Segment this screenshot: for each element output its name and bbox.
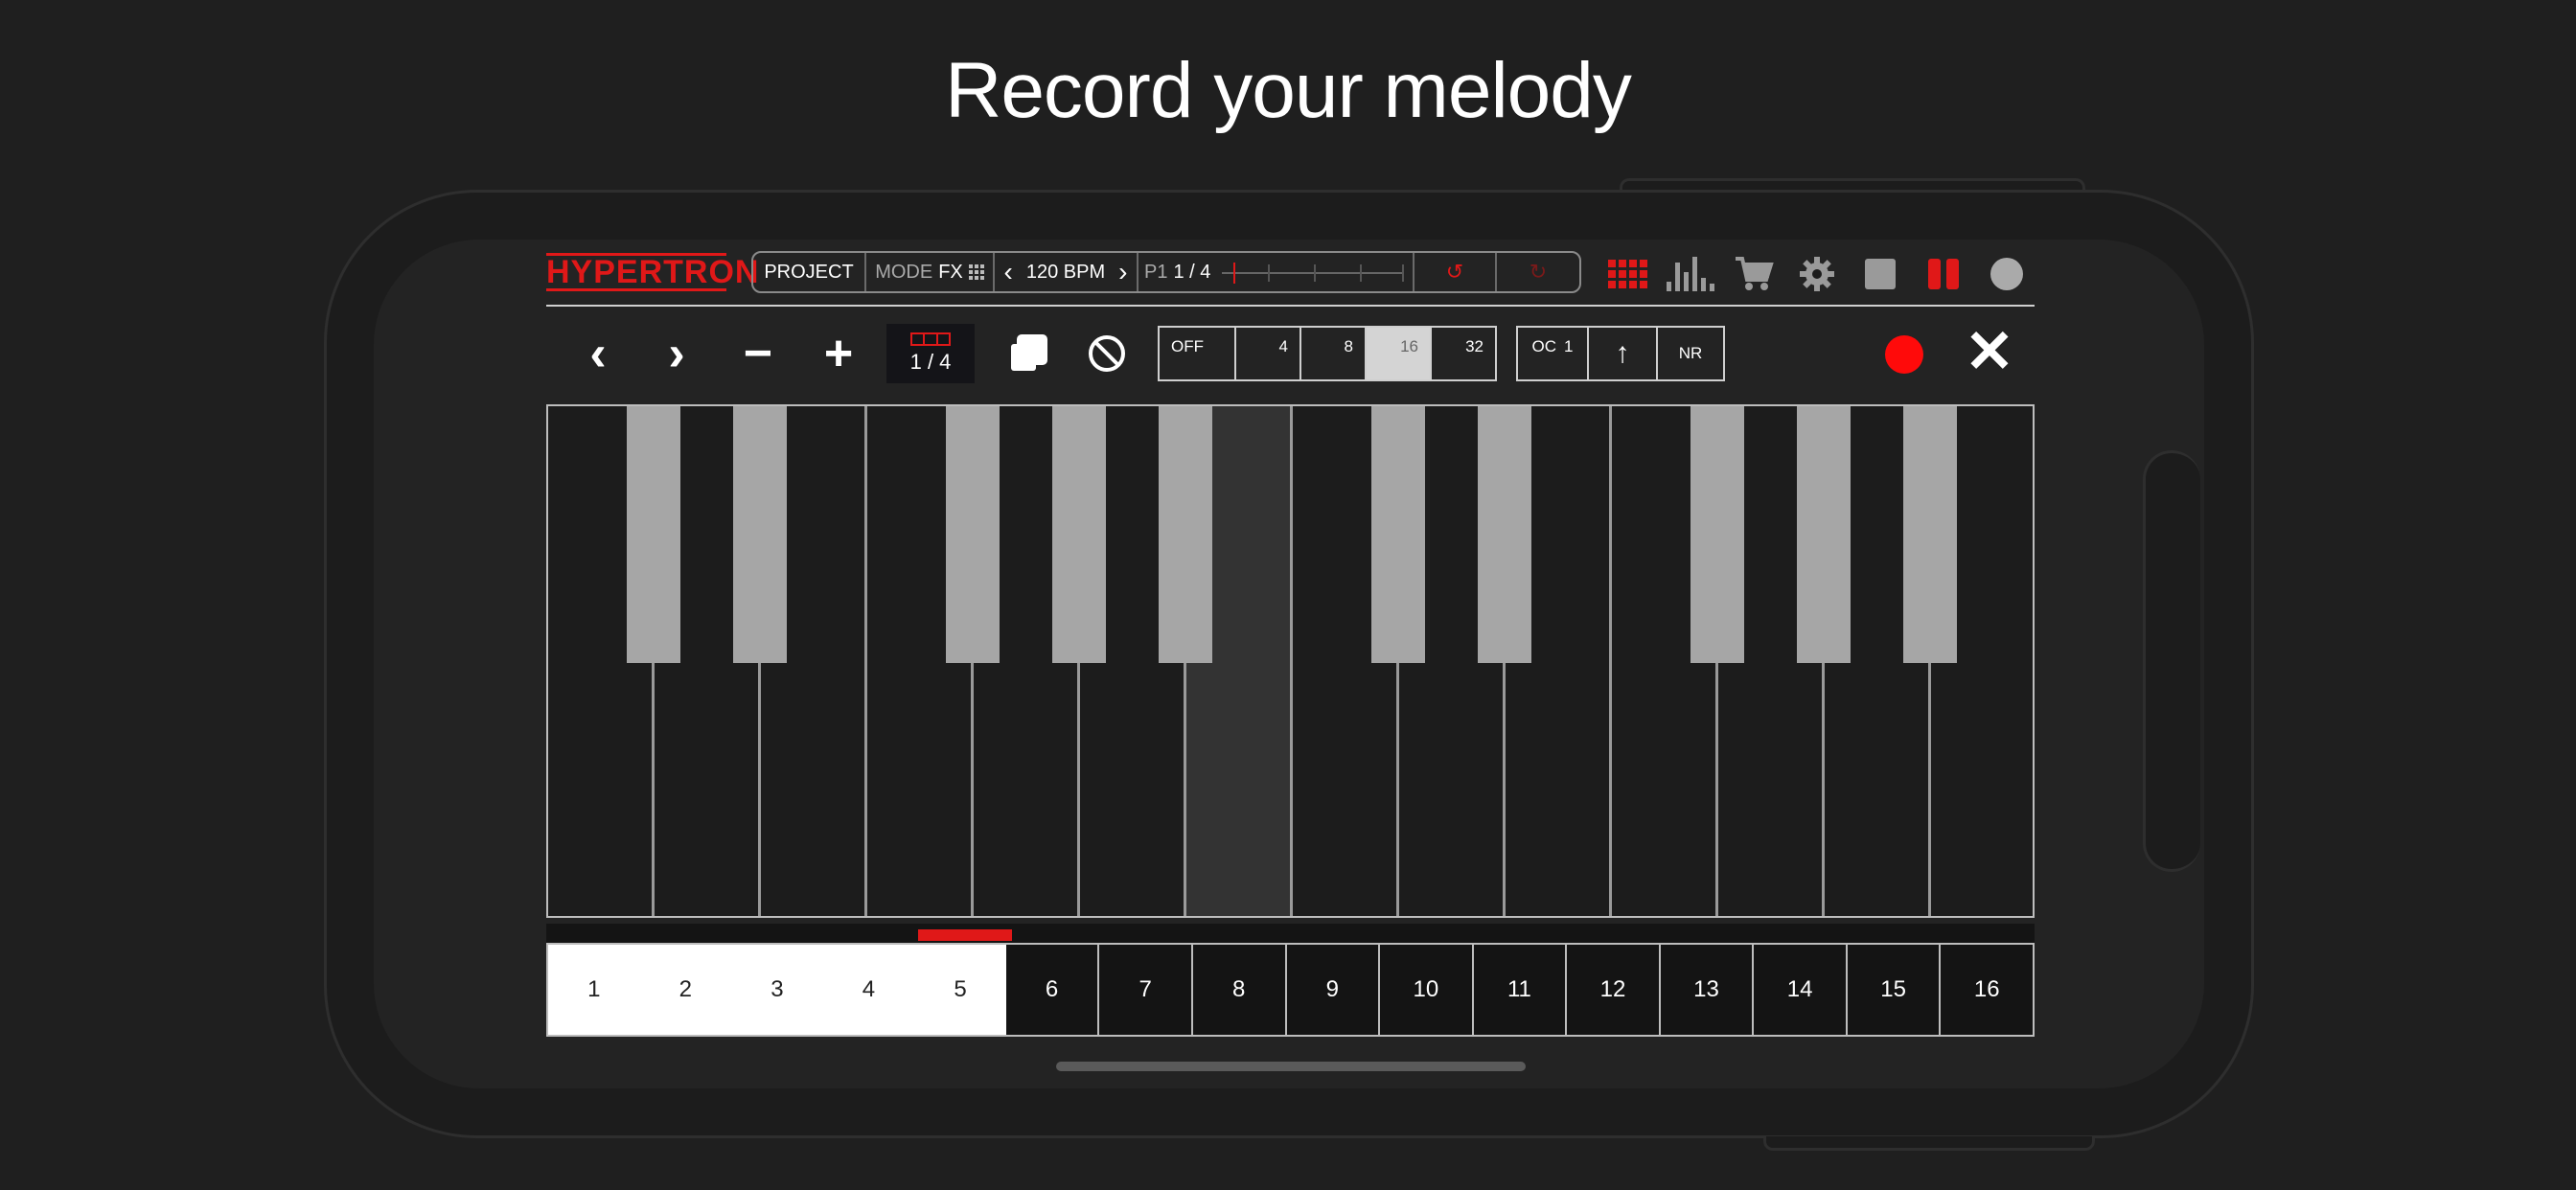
step-3[interactable]: 3 (731, 945, 823, 1035)
next-page-button[interactable]: › (659, 322, 694, 385)
step-9[interactable]: 9 (1287, 945, 1381, 1035)
octave-value: 1 (1564, 337, 1574, 355)
undo-icon: ↺ (1445, 260, 1464, 284)
step-15[interactable]: 15 (1848, 945, 1942, 1035)
mode-label: MODE (875, 261, 933, 283)
redo-icon: ↻ (1529, 260, 1548, 284)
bpm-control: ‹ 120 BPM › (995, 253, 1138, 291)
header-divider (546, 305, 2035, 307)
step-7[interactable]: 7 (1099, 945, 1193, 1035)
octave-up-button[interactable]: ↑ (1589, 328, 1658, 379)
piano-keyboard (546, 404, 2035, 918)
black-key[interactable] (1690, 406, 1744, 663)
step-5[interactable]: 5 (914, 945, 1006, 1035)
grid-icon[interactable] (1606, 255, 1648, 293)
quantize-32[interactable]: 32 (1432, 328, 1495, 379)
black-key[interactable] (1797, 406, 1851, 663)
phone-button-bottom (1763, 1136, 2095, 1151)
quantize-selector: OFF 4 8 16 32 (1158, 326, 1497, 381)
step-12[interactable]: 12 (1567, 945, 1661, 1035)
record-button[interactable] (1885, 335, 1923, 374)
gear-icon[interactable] (1796, 255, 1838, 293)
stop-icon[interactable] (1859, 255, 1901, 293)
arrow-up-icon: ↑ (1615, 337, 1630, 369)
step-16[interactable]: 16 (1941, 945, 2033, 1035)
top-icon-bar (1606, 255, 2028, 293)
page-indicator[interactable]: 1 / 4 (886, 324, 975, 383)
step-6[interactable]: 6 (1006, 945, 1100, 1035)
pause-icon[interactable] (1922, 255, 1965, 293)
step-4[interactable]: 4 (822, 945, 915, 1035)
bpm-decrease-button[interactable]: ‹ (1004, 257, 1013, 287)
prohibit-icon (1089, 335, 1125, 372)
quantize-off[interactable]: OFF (1160, 328, 1236, 379)
black-key[interactable] (627, 406, 680, 663)
cart-icon[interactable] (1733, 255, 1775, 293)
octave-controls: OC 1 ↑ NR (1516, 326, 1725, 381)
step-14[interactable]: 14 (1754, 945, 1848, 1035)
close-button[interactable]: ✕ (1963, 323, 2016, 382)
quantize-16[interactable]: 16 (1367, 328, 1432, 379)
black-key[interactable] (946, 406, 1000, 663)
app: HYPERTRON PROJECT MODE FX ‹ 120 BPM › P1… (546, 247, 2035, 1042)
edit-toolbar: ‹ › − + 1 / 4 OFF 4 8 16 32 OC 1 ↑ NR ✕ (546, 322, 2035, 385)
grid-mini-icon (968, 264, 984, 280)
octave-display: OC 1 (1518, 328, 1589, 379)
pattern-prefix: P1 (1144, 261, 1168, 283)
pattern-value: 1 / 4 (1173, 261, 1211, 283)
bpm-value[interactable]: 120 BPM (1026, 262, 1105, 284)
pages-mini-icon (910, 332, 951, 346)
octave-label: OC (1531, 337, 1557, 355)
black-key[interactable] (1371, 406, 1425, 663)
redo-button[interactable]: ↻ (1497, 253, 1579, 291)
step-position-track (546, 924, 2035, 943)
bpm-increase-button[interactable]: › (1118, 257, 1127, 287)
step-sequencer: 1 2 3 4 5 6 7 8 9 10 11 12 13 14 15 16 (546, 943, 2035, 1037)
headline: Record your melody (945, 47, 1632, 134)
undo-button[interactable]: ↺ (1414, 253, 1497, 291)
prev-page-button[interactable]: ‹ (581, 322, 615, 385)
black-key[interactable] (1478, 406, 1531, 663)
black-key[interactable] (1159, 406, 1212, 663)
copy-button[interactable] (1004, 322, 1052, 385)
black-key[interactable] (733, 406, 787, 663)
timeline-track[interactable] (1222, 263, 1405, 284)
mixer-icon[interactable] (1667, 255, 1714, 293)
playhead-marker (1233, 263, 1236, 284)
nr-button[interactable]: NR (1658, 328, 1723, 379)
pattern-timeline[interactable]: P1 1 / 4 (1138, 253, 1414, 291)
step-11[interactable]: 11 (1474, 945, 1568, 1035)
step-1[interactable]: 1 (548, 945, 640, 1035)
black-key[interactable] (1052, 406, 1106, 663)
home-indicator (1056, 1062, 1526, 1071)
project-button[interactable]: PROJECT (753, 253, 866, 291)
step-2[interactable]: 2 (639, 945, 732, 1035)
quantize-4[interactable]: 4 (1236, 328, 1301, 379)
top-toolbar: PROJECT MODE FX ‹ 120 BPM › P1 1 / 4 ↺ ↻ (751, 251, 1581, 293)
plus-button[interactable]: + (815, 322, 862, 385)
copy-icon (1011, 334, 1047, 371)
step-10[interactable]: 10 (1380, 945, 1474, 1035)
step-position-indicator (918, 929, 1012, 941)
step-13[interactable]: 13 (1661, 945, 1755, 1035)
phone-notch (2143, 450, 2200, 872)
logo: HYPERTRON (546, 253, 760, 291)
mode-value: FX (938, 261, 963, 283)
clear-button[interactable] (1083, 322, 1131, 385)
mode-button[interactable]: MODE FX (866, 253, 995, 291)
minus-button[interactable]: − (734, 322, 782, 385)
step-8[interactable]: 8 (1193, 945, 1287, 1035)
quantize-8[interactable]: 8 (1301, 328, 1367, 379)
page-indicator-label: 1 / 4 (909, 350, 952, 374)
record-indicator-icon[interactable] (1986, 255, 2028, 293)
black-key[interactable] (1903, 406, 1957, 663)
